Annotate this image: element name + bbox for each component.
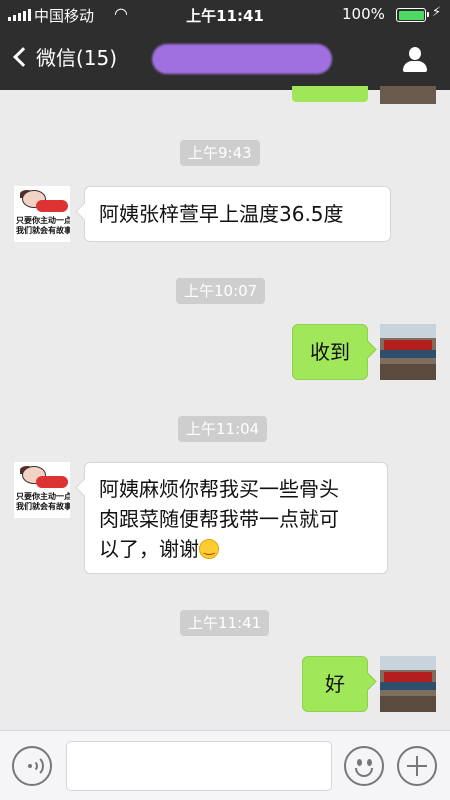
message-bubble-received[interactable]: 阿姨麻烦你帮我买一些骨头 肉跟菜随便帮我带一点就可 以了，谢谢 xyxy=(84,462,388,574)
emoji-button[interactable] xyxy=(344,746,384,786)
message-line: 阿姨麻烦你帮我买一些骨头 xyxy=(99,477,339,501)
charging-icon: ⚡ xyxy=(432,5,442,20)
smile-emoji-icon xyxy=(199,534,219,564)
battery-icon xyxy=(396,8,429,22)
timestamp: 上午9:43 xyxy=(180,140,260,166)
back-label: 微信(15) xyxy=(36,46,118,70)
chat-info-button[interactable] xyxy=(400,45,430,75)
redacted-contact-name xyxy=(152,44,332,74)
avatar-self[interactable] xyxy=(380,656,436,712)
message-line-last: 以了，谢谢 xyxy=(99,534,373,564)
top-bar: 中国移动 ◠ 上午11:41 100% ⚡ 微信(15) xyxy=(0,0,450,90)
message-text: 阿姨张梓萱早上温度36.5度 xyxy=(99,202,344,226)
avatar-self-partial[interactable] xyxy=(380,86,436,104)
avatar-self[interactable] xyxy=(380,324,436,380)
status-bar: 中国移动 ◠ 上午11:41 100% ⚡ xyxy=(0,0,450,30)
message-line: 肉跟菜随便帮我带一点就可 xyxy=(99,507,339,531)
voice-button[interactable] xyxy=(12,746,52,786)
message-text: 收到 xyxy=(310,340,350,364)
message-text: 好 xyxy=(325,672,345,696)
back-button[interactable]: 微信(15) xyxy=(8,42,117,71)
message-bubble-sent[interactable]: 收到 xyxy=(292,324,368,380)
timestamp: 上午10:07 xyxy=(176,278,266,304)
battery-percent: 100% xyxy=(342,5,385,23)
message-bubble-sent[interactable]: 好 xyxy=(302,656,368,712)
chevron-left-icon xyxy=(13,46,33,67)
avatar-contact[interactable]: 只要你主动一点 我们就会有故事 xyxy=(14,462,70,518)
timestamp: 上午11:41 xyxy=(180,610,270,636)
message-bubble-received[interactable]: 阿姨张梓萱早上温度36.5度 xyxy=(84,186,391,242)
avatar-caption: 只要你主动一点 我们就会有故事 xyxy=(16,492,70,511)
input-bar xyxy=(0,730,450,800)
nav-bar: 微信(15) xyxy=(0,30,450,90)
avatar-caption: 只要你主动一点 我们就会有故事 xyxy=(16,216,70,235)
timestamp: 上午11:04 xyxy=(178,416,268,442)
message-input[interactable] xyxy=(66,741,332,791)
message-bubble-sent-partial[interactable] xyxy=(292,86,368,102)
avatar-contact[interactable]: 只要你主动一点 我们就会有故事 xyxy=(14,186,70,242)
more-button[interactable] xyxy=(397,746,437,786)
